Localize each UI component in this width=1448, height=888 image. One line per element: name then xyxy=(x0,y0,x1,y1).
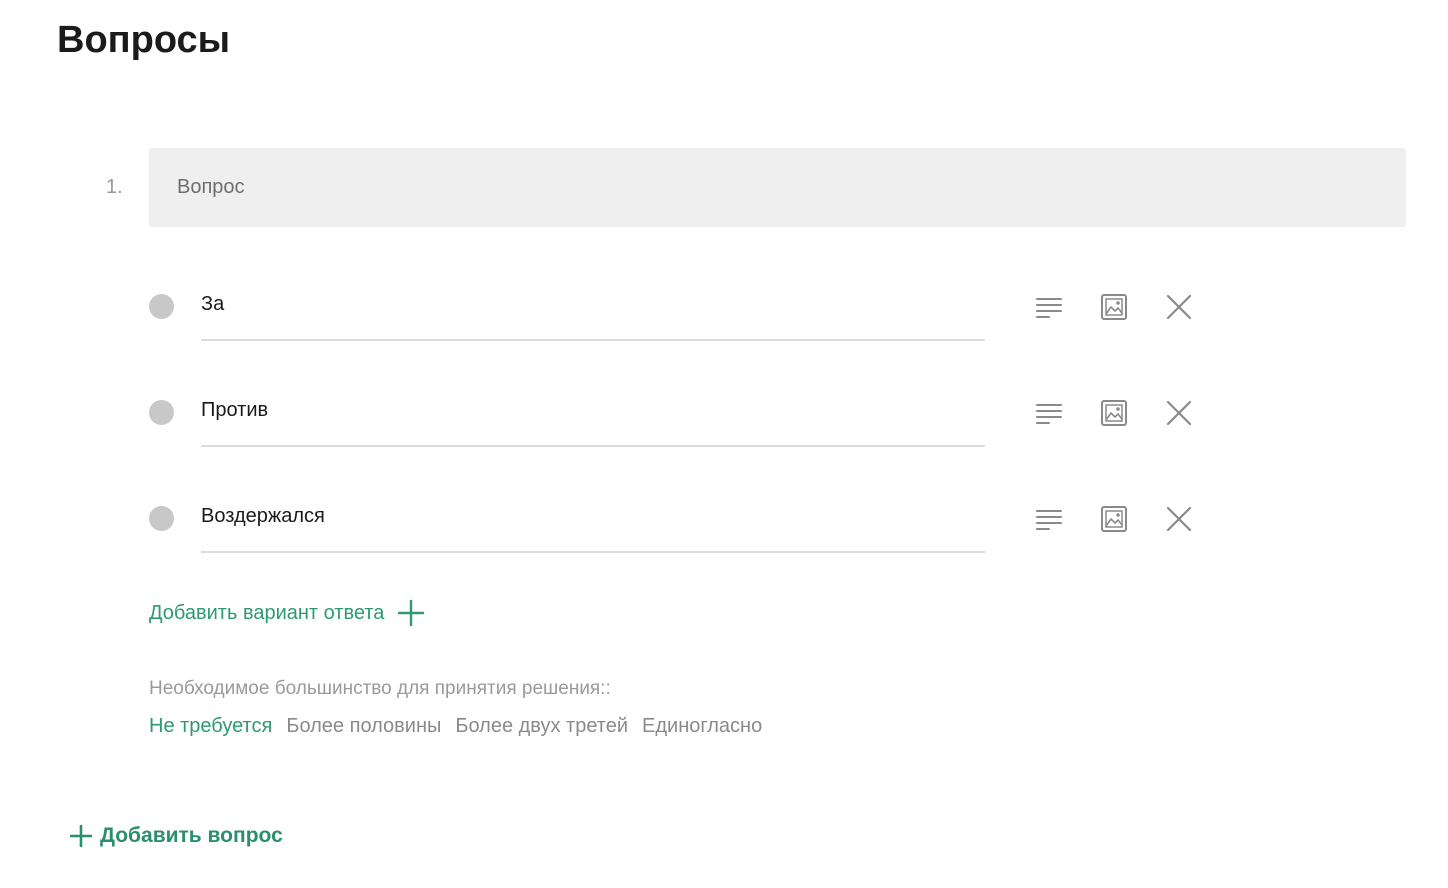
answer-option-row xyxy=(149,494,1209,554)
add-option-button[interactable]: Добавить вариант ответа xyxy=(149,598,425,628)
option-radio[interactable] xyxy=(149,294,174,319)
answer-option-row xyxy=(149,282,1209,342)
plus-icon xyxy=(70,825,92,847)
close-icon[interactable] xyxy=(1162,290,1196,324)
majority-option-not-required[interactable]: Не требуется xyxy=(149,713,272,739)
description-lines-icon[interactable] xyxy=(1032,290,1066,324)
option-input[interactable] xyxy=(201,388,985,447)
majority-label: Необходимое большинство для принятия реш… xyxy=(149,678,611,699)
add-option-label: Добавить вариант ответа xyxy=(149,601,385,624)
add-question-button[interactable]: Добавить вопрос xyxy=(70,821,283,851)
option-input[interactable] xyxy=(201,282,985,341)
image-icon[interactable] xyxy=(1097,290,1131,324)
answer-option-row xyxy=(149,388,1209,448)
plus-icon xyxy=(398,600,425,626)
close-icon[interactable] xyxy=(1162,396,1196,430)
close-icon[interactable] xyxy=(1162,502,1196,536)
majority-option-more-than-half[interactable]: Более половины xyxy=(286,713,441,739)
option-input[interactable] xyxy=(201,494,985,553)
description-lines-icon[interactable] xyxy=(1032,396,1066,430)
image-icon[interactable] xyxy=(1097,396,1131,430)
question-number: 1. xyxy=(106,176,123,198)
majority-options: Не требуется Более половины Более двух т… xyxy=(149,713,762,739)
add-question-label: Добавить вопрос xyxy=(100,824,283,847)
option-radio[interactable] xyxy=(149,506,174,531)
majority-option-unanimous[interactable]: Единогласно xyxy=(642,713,762,739)
majority-option-more-than-two-thirds[interactable]: Более двух третей xyxy=(455,713,628,739)
image-icon[interactable] xyxy=(1097,502,1131,536)
option-radio[interactable] xyxy=(149,400,174,425)
question-input[interactable] xyxy=(149,148,1406,227)
description-lines-icon[interactable] xyxy=(1032,502,1066,536)
page-title: Вопросы xyxy=(57,19,231,61)
